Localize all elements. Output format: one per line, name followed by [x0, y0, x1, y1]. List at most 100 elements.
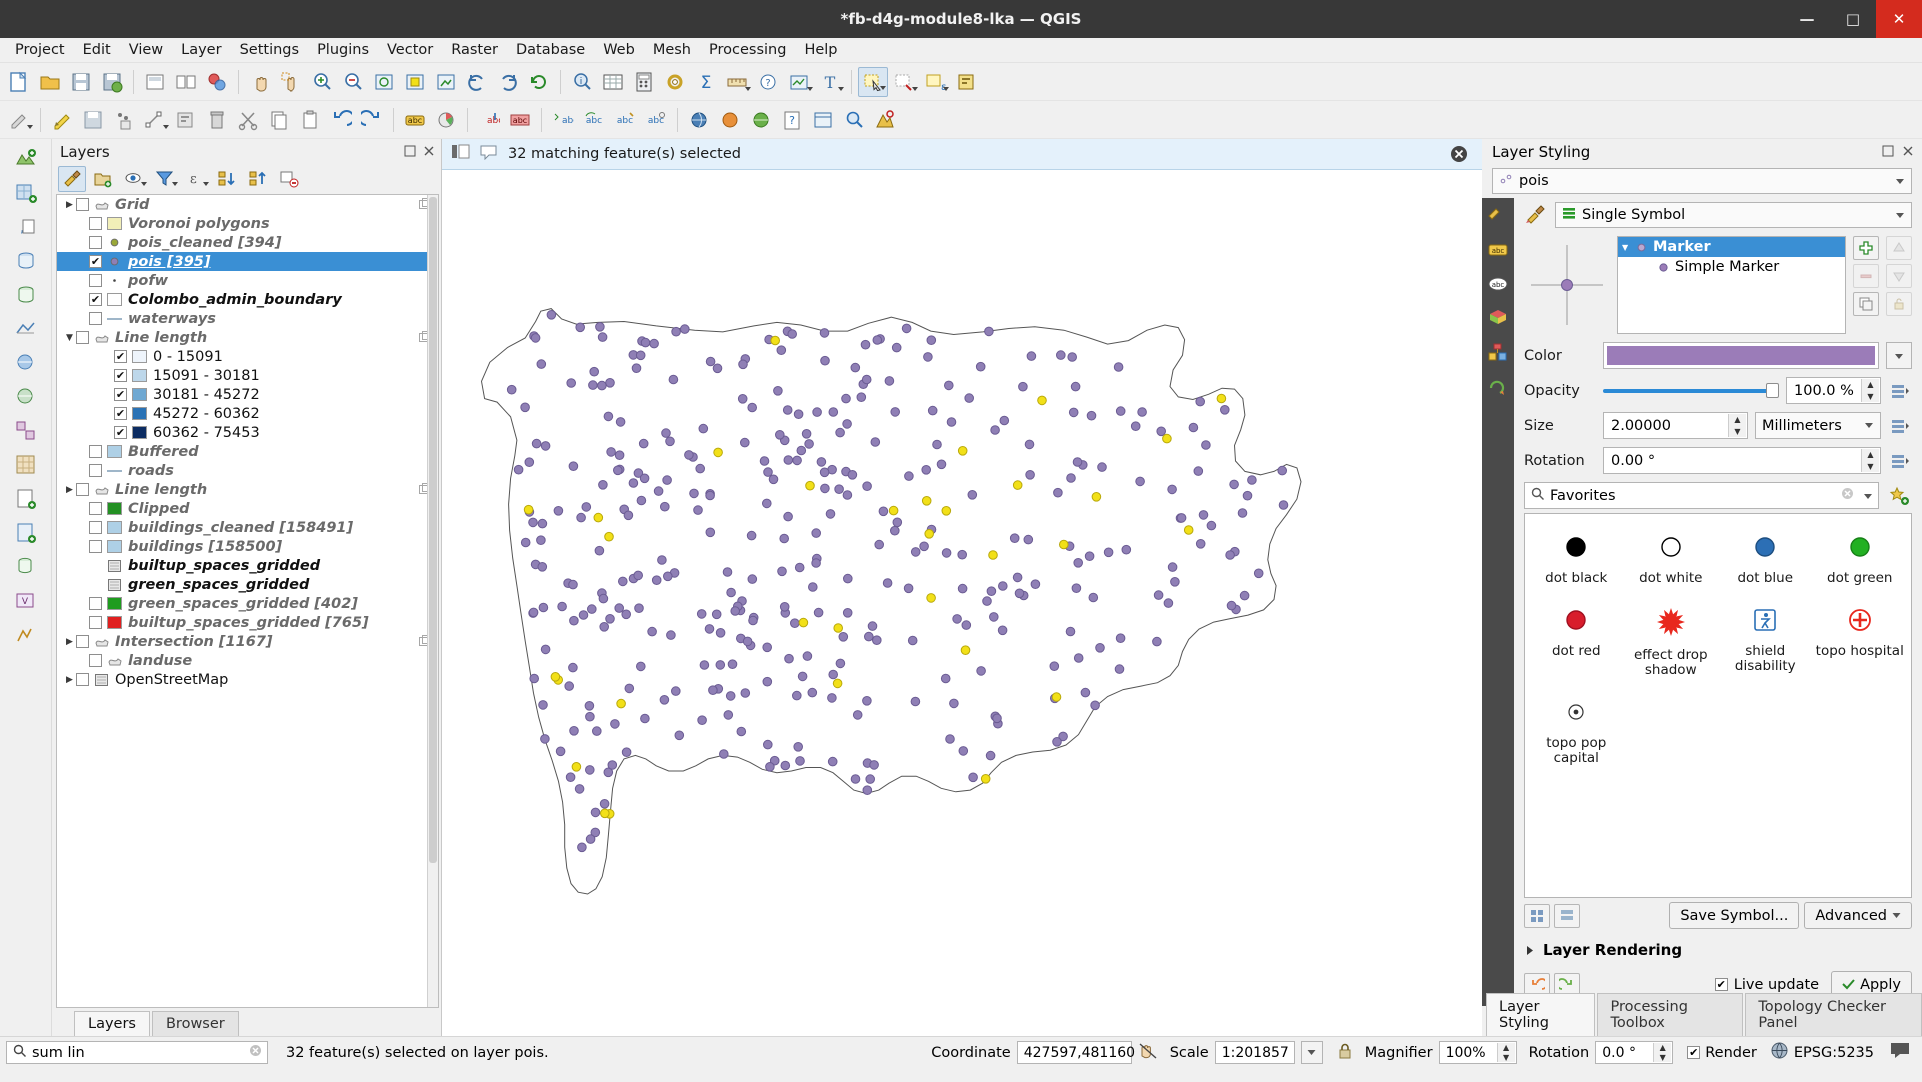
layer-row[interactable]: Buffered: [57, 442, 438, 461]
new-project-icon[interactable]: [4, 67, 34, 97]
symbol-gallery-item[interactable]: effect drop shadow: [1624, 597, 1719, 689]
field-calculator-icon[interactable]: [629, 67, 659, 97]
menu-project[interactable]: Project: [6, 39, 74, 61]
zoom-full-icon[interactable]: [369, 67, 399, 97]
layer-row[interactable]: builtup_spaces_gridded: [57, 556, 438, 575]
new-gpx-layer-icon[interactable]: [9, 619, 43, 651]
symbol-layer-row[interactable]: Simple Marker: [1618, 257, 1845, 277]
magnifier-spinner[interactable]: ▲ ▼: [1496, 1043, 1515, 1062]
zoom-to-selection-icon[interactable]: [400, 67, 430, 97]
rotation-value-field[interactable]: 0.00 ° ▲ ▼: [1603, 447, 1881, 474]
paste-features-icon[interactable]: [295, 105, 325, 135]
add-raster-layer-icon[interactable]: [9, 177, 43, 209]
add-wfs-layer-icon[interactable]: [9, 381, 43, 413]
label-move-icon[interactable]: abc: [548, 105, 578, 135]
deselect-features-icon[interactable]: [889, 67, 919, 97]
layer-visibility-checkbox[interactable]: [76, 673, 89, 686]
symbol-gallery-item[interactable]: dot blue: [1718, 524, 1813, 597]
new-shapefile-layer-icon[interactable]: [9, 483, 43, 515]
rotation-data-defined-override-icon[interactable]: [1888, 449, 1912, 473]
help-plugin-icon[interactable]: ?: [777, 105, 807, 135]
zoom-out-icon[interactable]: [338, 67, 368, 97]
refresh-icon[interactable]: [524, 67, 554, 97]
add-xyz-layer-icon[interactable]: [9, 449, 43, 481]
layer-row[interactable]: ▶ Intersection [1167]: [57, 632, 438, 651]
symbol-gallery-item[interactable]: topo pop capital: [1529, 689, 1624, 777]
chevron-right-icon[interactable]: ▶: [63, 200, 76, 210]
layer-rendering-section[interactable]: Layer Rendering: [1514, 933, 1922, 967]
chevron-right-icon[interactable]: ▶: [63, 637, 76, 647]
color-dropdown-button[interactable]: [1886, 342, 1912, 369]
add-spatialite-layer-icon[interactable]: [9, 279, 43, 311]
open-field-calculator-icon[interactable]: [951, 67, 981, 97]
sidetab-3d-view-icon[interactable]: [1486, 306, 1510, 330]
layer-visibility-checkbox[interactable]: [89, 654, 102, 667]
save-layer-edits-icon[interactable]: [78, 105, 108, 135]
symbol-search-field[interactable]: Favorites: [1524, 482, 1879, 509]
filter-legend-icon[interactable]: [151, 166, 179, 192]
text-annotation-icon[interactable]: T: [815, 67, 845, 97]
collapse-all-icon[interactable]: [244, 166, 272, 192]
add-symbol-to-favorites-icon[interactable]: [1886, 482, 1912, 509]
layer-row[interactable]: Clipped: [57, 499, 438, 518]
open-attribute-table-icon[interactable]: [598, 67, 628, 97]
layer-visibility-checkbox[interactable]: ✔: [114, 407, 127, 420]
render-checkbox[interactable]: ✔ Render: [1687, 1045, 1757, 1061]
layer-visibility-checkbox[interactable]: [76, 198, 89, 211]
clear-icon[interactable]: [1841, 487, 1854, 504]
layer-visibility-checkbox[interactable]: [76, 635, 89, 648]
layer-visibility-checkbox[interactable]: [76, 483, 89, 496]
opacity-value-field[interactable]: 100.0 % ▲ ▼: [1786, 377, 1881, 404]
add-symbol-layer-button[interactable]: [1853, 236, 1879, 260]
menu-edit[interactable]: Edit: [74, 39, 120, 61]
layer-row[interactable]: buildings_cleaned [158491]: [57, 518, 438, 537]
add-mesh-layer-icon[interactable]: [9, 313, 43, 345]
expand-all-icon[interactable]: [213, 166, 241, 192]
layer-row[interactable]: ✔ 45272 - 60362: [57, 404, 438, 423]
layer-row[interactable]: green_spaces_gridded [402]: [57, 594, 438, 613]
metasearch-icon[interactable]: [684, 105, 714, 135]
menu-web[interactable]: Web: [594, 39, 644, 61]
osm-plugin-icon[interactable]: [746, 105, 776, 135]
symbol-gallery-item[interactable]: dot black: [1529, 524, 1624, 597]
save-project-as-icon[interactable]: [97, 67, 127, 97]
layer-row[interactable]: ✔ 0 - 15091: [57, 347, 438, 366]
identify-features-icon[interactable]: i: [567, 67, 597, 97]
layer-row[interactable]: green_spaces_gridded: [57, 575, 438, 594]
layer-visibility-checkbox[interactable]: [89, 445, 102, 458]
layer-row[interactable]: ✔ pois [395]: [57, 252, 438, 271]
undo-icon[interactable]: [326, 105, 356, 135]
scale-field[interactable]: 1:201857: [1214, 1041, 1295, 1064]
layer-visibility-checkbox[interactable]: [89, 464, 102, 477]
toggle-editing-icon[interactable]: [47, 105, 77, 135]
menu-mesh[interactable]: Mesh: [644, 39, 700, 61]
select-by-expression-icon[interactable]: ε: [920, 67, 950, 97]
menu-raster[interactable]: Raster: [442, 39, 507, 61]
layer-visibility-checkbox[interactable]: [76, 331, 89, 344]
crs-value[interactable]: EPSG:5235: [1794, 1045, 1874, 1061]
layer-row[interactable]: ✔ 30181 - 45272: [57, 385, 438, 404]
sidetab-labels-icon[interactable]: abc: [1486, 238, 1510, 262]
menu-help[interactable]: Help: [795, 39, 846, 61]
duplicate-symbol-layer-button[interactable]: [1853, 292, 1879, 316]
redo-icon[interactable]: [357, 105, 387, 135]
close-panel-icon[interactable]: [1902, 143, 1914, 161]
new-virtual-layer-icon[interactable]: V: [9, 585, 43, 617]
processing-toolbox-icon[interactable]: [660, 67, 690, 97]
move-symbol-down-button[interactable]: [1886, 264, 1912, 288]
layer-row[interactable]: waterways: [57, 309, 438, 328]
current-edits-icon[interactable]: [4, 105, 34, 135]
map-canvas[interactable]: [442, 170, 1482, 1036]
move-symbol-up-button[interactable]: [1886, 236, 1912, 260]
maximize-button[interactable]: □: [1830, 0, 1876, 38]
modify-attributes-icon[interactable]: [171, 105, 201, 135]
delete-selected-icon[interactable]: [202, 105, 232, 135]
crs-icon[interactable]: [1771, 1042, 1788, 1063]
new-print-layout-icon[interactable]: [140, 67, 170, 97]
layer-diagram-icon[interactable]: [431, 105, 461, 135]
qgis2web-icon[interactable]: [808, 105, 838, 135]
layer-visibility-checkbox[interactable]: ✔: [114, 350, 127, 363]
renderer-combo[interactable]: Single Symbol: [1555, 202, 1912, 228]
magnifier-field[interactable]: 100% ▲ ▼: [1438, 1041, 1517, 1064]
layer-visibility-checkbox[interactable]: ✔: [114, 388, 127, 401]
